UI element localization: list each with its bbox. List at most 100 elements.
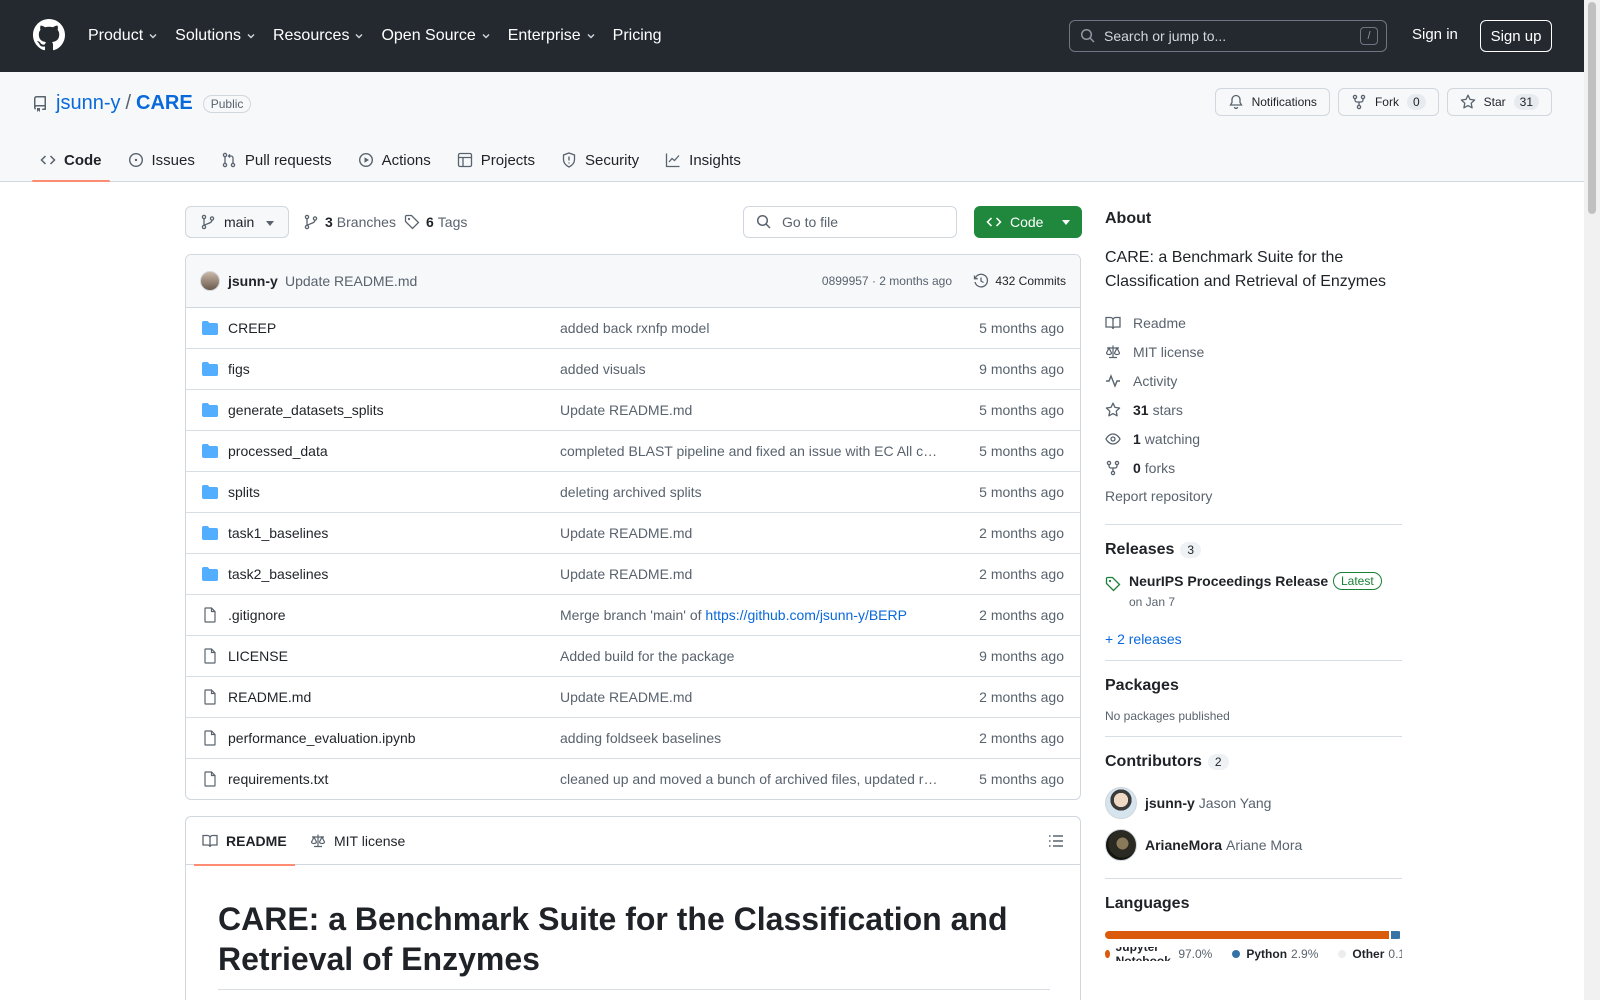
more-releases-link[interactable]: + 2 releases xyxy=(1105,631,1402,647)
file-commit-message[interactable]: added back rxnfp model xyxy=(560,320,940,336)
code-dropdown-button[interactable]: Code xyxy=(974,206,1082,238)
file-commit-message[interactable]: Merge branch 'main' of https://github.co… xyxy=(560,607,940,623)
file-commit-message[interactable]: Update README.md xyxy=(560,525,940,541)
table-row[interactable]: splits deleting archived splits 5 months a… xyxy=(186,472,1080,513)
table-row[interactable]: performance_evaluation.ipynb adding folds… xyxy=(186,718,1080,759)
readme-link[interactable]: Readme xyxy=(1105,308,1402,337)
tab-issues[interactable]: Issues xyxy=(120,138,203,182)
table-row[interactable]: README.md Update README.md 2 months ago xyxy=(186,677,1080,718)
contributor-item[interactable]: jsunn-y Jason Yang xyxy=(1105,783,1402,823)
commit-author-link[interactable]: jsunn-y xyxy=(228,273,278,289)
file-name-link[interactable]: figs xyxy=(228,361,250,377)
file-commit-message[interactable]: adding foldseek baselines xyxy=(560,730,940,746)
scrollbar-thumb[interactable] xyxy=(1588,2,1596,214)
repo-name-link[interactable]: CARE xyxy=(136,92,193,115)
branch-selector[interactable]: main xyxy=(185,206,289,238)
table-row[interactable]: generate_datasets_splits Update README.md… xyxy=(186,390,1080,431)
nav-solutions[interactable]: Solutions xyxy=(175,27,257,45)
tab-projects[interactable]: Projects xyxy=(449,138,543,182)
tab-pull-requests[interactable]: Pull requests xyxy=(213,138,340,182)
commit-message-link[interactable]: Update README.md xyxy=(285,273,417,289)
fork-button[interactable]: Fork 0 xyxy=(1337,88,1439,116)
tags-link[interactable]: 6 Tags xyxy=(404,214,467,230)
watchers-link[interactable]: 1 watching xyxy=(1105,424,1402,453)
file-commit-message[interactable]: cleaned up and moved a bunch of archived… xyxy=(560,771,940,787)
activity-link[interactable]: Activity xyxy=(1105,366,1402,395)
latest-release[interactable]: NeurIPS Proceedings Release Latest on Ja… xyxy=(1105,572,1402,629)
file-commit-message[interactable]: Update README.md xyxy=(560,689,940,705)
branches-link[interactable]: 3 Branches xyxy=(303,214,396,230)
tab-insights[interactable]: Insights xyxy=(657,138,749,182)
search-icon xyxy=(1080,28,1095,43)
table-row[interactable]: LICENSE Added build for the package 9 mont… xyxy=(186,636,1080,677)
file-name-link[interactable]: LICENSE xyxy=(228,648,288,664)
file-commit-message[interactable]: Update README.md xyxy=(560,402,940,418)
file-name-link[interactable]: .gitignore xyxy=(228,607,286,623)
releases-title[interactable]: Releases 3 xyxy=(1105,541,1402,559)
star-button[interactable]: Star 31 xyxy=(1446,88,1552,116)
file-name-link[interactable]: performance_evaluation.ipynb xyxy=(228,730,416,746)
nav-enterprise[interactable]: Enterprise xyxy=(508,27,597,45)
repo-owner-link[interactable]: jsunn-y xyxy=(56,92,120,115)
tab-code[interactable]: Code xyxy=(32,138,110,182)
language-item[interactable]: Python 2.9% xyxy=(1232,947,1318,961)
file-name-link[interactable]: splits xyxy=(228,484,260,500)
file-commit-message[interactable]: deleting archived splits xyxy=(560,484,940,500)
table-row[interactable]: figs added visuals 9 months ago xyxy=(186,349,1080,390)
repo-title: jsunn-y / CARE Public xyxy=(32,92,252,115)
nav-open-source[interactable]: Open Source xyxy=(381,27,491,45)
file-commit-time: 5 months ago xyxy=(979,320,1064,336)
table-row[interactable]: task1_baselines Update README.md 2 months … xyxy=(186,513,1080,554)
table-row[interactable]: .gitignore Merge branch 'main' of https:/… xyxy=(186,595,1080,636)
top-nav: Product Solutions Resources Open Source … xyxy=(88,0,678,72)
nav-pricing[interactable]: Pricing xyxy=(613,27,662,45)
file-commit-message[interactable]: completed BLAST pipeline and fixed an is… xyxy=(560,443,940,459)
page-scrollbar[interactable] xyxy=(1584,0,1600,1000)
tab-license[interactable]: MIT license xyxy=(310,817,405,865)
sign-in-link[interactable]: Sign in xyxy=(1412,26,1458,43)
chevron-down-icon xyxy=(149,34,157,39)
stars-link[interactable]: 31 stars xyxy=(1105,395,1402,424)
notifications-button[interactable]: Notifications xyxy=(1214,88,1330,116)
tab-security[interactable]: Security xyxy=(553,138,647,182)
nav-resources[interactable]: Resources xyxy=(273,27,365,45)
table-row[interactable]: task2_baselines Update README.md 2 months … xyxy=(186,554,1080,595)
tab-actions[interactable]: Actions xyxy=(350,138,439,182)
table-row[interactable]: processed_data completed BLAST pipeline a… xyxy=(186,431,1080,472)
contributors-title[interactable]: Contributors 2 xyxy=(1105,753,1402,771)
file-name-link[interactable]: generate_datasets_splits xyxy=(228,402,384,418)
sign-up-button[interactable]: Sign up xyxy=(1480,20,1552,52)
language-item[interactable]: Jupyter Notebook 97.0% xyxy=(1105,947,1212,961)
commit-hash-time[interactable]: 0899957 · 2 months ago xyxy=(822,274,952,288)
table-row[interactable]: CREEP added back rxnfp model 5 months ago xyxy=(186,308,1080,349)
file-commit-message[interactable]: added visuals xyxy=(560,361,940,377)
tab-readme[interactable]: README xyxy=(194,817,295,866)
file-name-link[interactable]: requirements.txt xyxy=(228,771,328,787)
file-commit-message[interactable]: Update README.md xyxy=(560,566,940,582)
search-input[interactable]: Search or jump to... / xyxy=(1069,20,1387,52)
file-name-link[interactable]: README.md xyxy=(228,689,311,705)
file-name-link[interactable]: task1_baselines xyxy=(228,525,328,541)
report-repository-link[interactable]: Report repository xyxy=(1105,482,1402,511)
chevron-down-icon xyxy=(482,34,490,39)
forks-link[interactable]: 0 forks xyxy=(1105,453,1402,482)
file-name-link[interactable]: processed_data xyxy=(228,443,328,459)
github-logo-icon[interactable] xyxy=(33,19,65,51)
avatar[interactable] xyxy=(200,271,220,291)
file-name-link[interactable]: CREEP xyxy=(228,320,276,336)
contributor-item[interactable]: ArianeMora Ariane Mora xyxy=(1105,825,1402,865)
nav-product[interactable]: Product xyxy=(88,27,159,45)
readme-panel: README MIT license CARE: a Benchmark Sui… xyxy=(185,816,1081,1000)
list-icon[interactable] xyxy=(1048,833,1064,849)
go-to-file-input[interactable]: Go to file xyxy=(743,206,957,238)
file-name-link[interactable]: task2_baselines xyxy=(228,566,328,582)
packages-title[interactable]: Packages xyxy=(1105,677,1402,695)
table-row[interactable]: requirements.txt cleaned up and moved a b… xyxy=(186,759,1080,799)
language-item[interactable]: Other0.1% xyxy=(1338,947,1402,961)
license-link[interactable]: MIT license xyxy=(1105,337,1402,366)
languages-list: Jupyter Notebook97.0% Python2.9% Other0.1% xyxy=(1105,947,1402,961)
file-commit-message[interactable]: Added build for the package xyxy=(560,648,940,664)
commit-message-url[interactable]: https://github.com/jsunn-y/BERP xyxy=(705,607,907,623)
commits-history-link[interactable]: 432 Commits xyxy=(973,273,1066,289)
divider xyxy=(1105,736,1402,737)
